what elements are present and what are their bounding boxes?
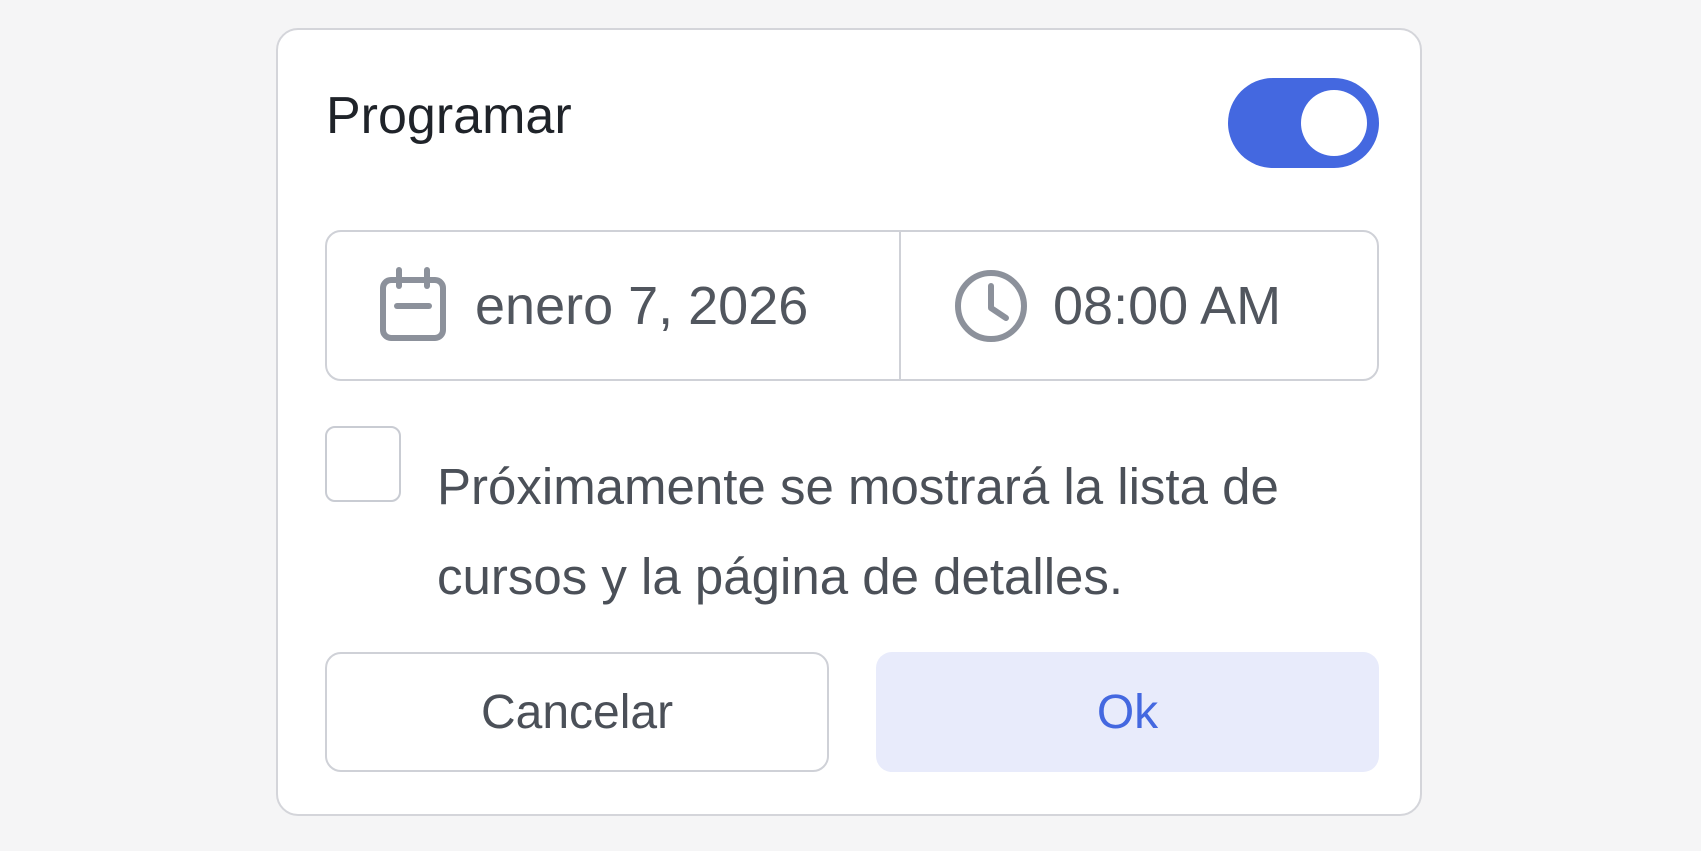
date-value: enero 7, 2026 <box>475 278 809 333</box>
time-field[interactable]: 08:00 AM <box>901 232 1377 379</box>
time-value: 08:00 AM <box>1053 275 1282 336</box>
schedule-dialog: Programar enero 7, 2026 08:00 AM Próxima… <box>276 28 1422 816</box>
coming-soon-checkbox[interactable] <box>325 426 401 502</box>
dialog-title: Programar <box>326 87 572 145</box>
schedule-toggle[interactable] <box>1228 78 1379 168</box>
clock-icon <box>951 266 1031 346</box>
cancel-button[interactable]: Cancelar <box>325 652 829 772</box>
date-field[interactable]: enero 7, 2026 <box>327 232 901 379</box>
calendar-icon <box>373 266 453 346</box>
date-time-picker: enero 7, 2026 08:00 AM <box>325 230 1379 381</box>
toggle-knob <box>1301 90 1367 156</box>
coming-soon-label: Próximamente se mostrará la lista de cur… <box>437 458 1279 605</box>
ok-button[interactable]: Ok <box>876 652 1379 772</box>
